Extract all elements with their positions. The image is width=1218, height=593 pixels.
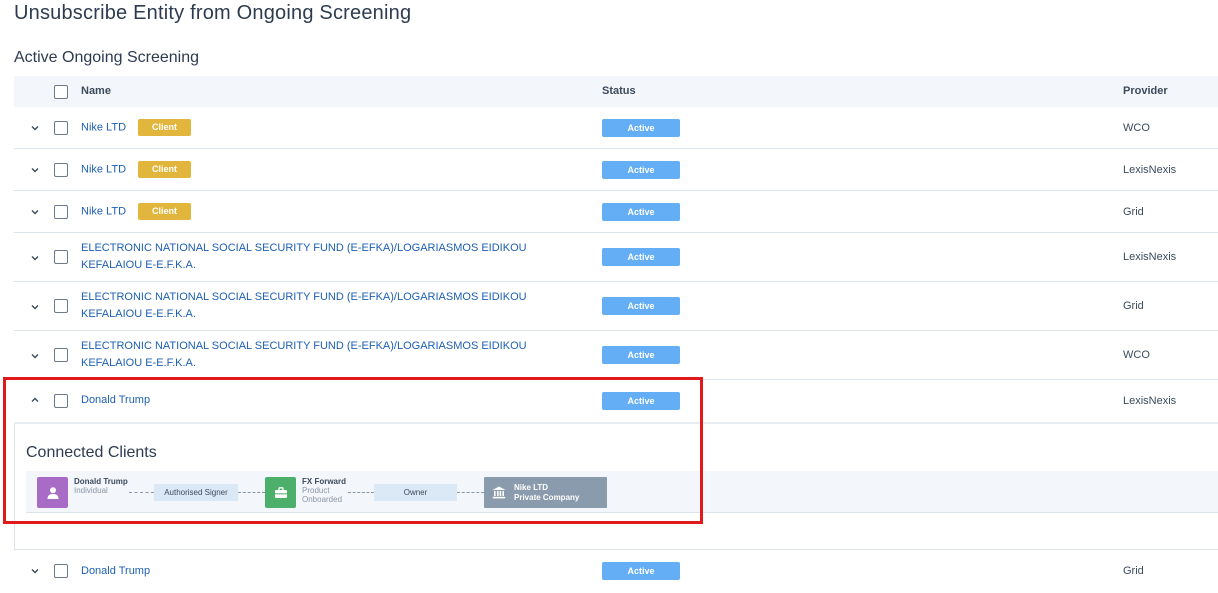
edge-label-authorised-signer: Authorised Signer	[154, 484, 238, 501]
client-badge: Client	[138, 119, 192, 136]
chevron-down-icon[interactable]	[30, 123, 40, 133]
entity-name[interactable]: ELECTRONIC NATIONAL SOCIAL SECURITY FUND…	[81, 289, 581, 323]
table-row[interactable]: ELECTRONIC NATIONAL SOCIAL SECURITY FUND…	[14, 282, 1218, 331]
relationship-graph: Donald Trump Individual Authorised Signe…	[26, 471, 1218, 513]
table-row[interactable]: Nike LTD Client Active WCO	[14, 107, 1218, 149]
person-node-text: Donald Trump Individual	[74, 477, 128, 495]
table-row[interactable]: ELECTRONIC NATIONAL SOCIAL SECURITY FUND…	[14, 331, 1218, 380]
client-badge: Client	[138, 203, 192, 220]
person-name: Donald Trump	[74, 477, 128, 486]
product-state: Onboarded	[302, 495, 343, 504]
row-detail-panel: Connected Clients Donald Trump Individua…	[14, 422, 1218, 550]
chevron-up-icon[interactable]	[30, 395, 40, 405]
chevron-down-icon[interactable]	[30, 207, 40, 217]
provider-name: Grid	[1123, 300, 1144, 312]
entity-name[interactable]: Nike LTD Client	[81, 161, 581, 178]
product-node-text: FX Forward Product Onboarded	[302, 477, 346, 504]
provider-name: Grid	[1123, 206, 1144, 218]
select-all-checkbox[interactable]	[54, 85, 68, 99]
column-header-name[interactable]: Name	[81, 85, 111, 97]
connected-clients-title: Connected Clients	[26, 444, 157, 461]
table-row[interactable]: Nike LTD Client Active LexisNexis	[14, 149, 1218, 191]
column-header-provider[interactable]: Provider	[1123, 85, 1168, 97]
edge-line	[348, 492, 374, 493]
entity-name[interactable]: Donald Trump	[81, 392, 581, 409]
provider-name: LexisNexis	[1123, 251, 1177, 263]
row-checkbox[interactable]	[54, 348, 68, 362]
table-row-expanded[interactable]: Donald Trump Active LexisNexis	[14, 380, 1218, 422]
status-badge: Active	[602, 392, 680, 410]
client-badge: Client	[138, 161, 192, 178]
row-checkbox[interactable]	[54, 163, 68, 177]
row-checkbox[interactable]	[54, 564, 68, 578]
provider-name: LexisNexis	[1123, 164, 1177, 176]
row-checkbox[interactable]	[54, 299, 68, 313]
chevron-down-icon[interactable]	[30, 351, 40, 361]
briefcase-icon[interactable]	[265, 477, 296, 508]
edge-line	[129, 492, 154, 493]
table-row[interactable]: Donald Trump Active Grid	[14, 550, 1218, 592]
status-badge: Active	[602, 562, 680, 580]
screening-table: Name Status Provider Nike LTD Client Acti…	[14, 76, 1218, 592]
provider-name: WCO	[1123, 122, 1150, 134]
company-type: Private Company	[514, 492, 580, 502]
row-checkbox[interactable]	[54, 394, 68, 408]
table-row[interactable]: ELECTRONIC NATIONAL SOCIAL SECURITY FUND…	[14, 233, 1218, 282]
column-header-status[interactable]: Status	[602, 85, 636, 97]
status-badge: Active	[602, 119, 680, 137]
row-checkbox[interactable]	[54, 205, 68, 219]
table-row[interactable]: Nike LTD Client Active Grid	[14, 191, 1218, 233]
status-badge: Active	[602, 161, 680, 179]
chevron-down-icon[interactable]	[30, 302, 40, 312]
company-node[interactable]: Nike LTD Private Company	[484, 477, 607, 508]
product-name: FX Forward	[302, 477, 347, 486]
chevron-down-icon[interactable]	[30, 253, 40, 263]
edge-line	[457, 492, 484, 493]
table-header: Name Status Provider	[14, 76, 1218, 107]
company-node-text: Nike LTD Private Company	[514, 483, 579, 503]
person-icon[interactable]	[37, 477, 68, 508]
status-badge: Active	[602, 203, 680, 221]
entity-name[interactable]: ELECTRONIC NATIONAL SOCIAL SECURITY FUND…	[81, 338, 581, 372]
chevron-down-icon[interactable]	[30, 165, 40, 175]
chevron-down-icon[interactable]	[30, 566, 40, 576]
page-title: Unsubscribe Entity from Ongoing Screenin…	[14, 2, 412, 24]
edge-label-owner: Owner	[374, 484, 457, 501]
section-title: Active Ongoing Screening	[14, 49, 199, 66]
provider-name: WCO	[1123, 349, 1150, 361]
status-badge: Active	[602, 346, 680, 364]
entity-name[interactable]: Donald Trump	[81, 563, 581, 580]
entity-name[interactable]: Nike LTD Client	[81, 119, 581, 136]
row-checkbox[interactable]	[54, 250, 68, 264]
provider-name: LexisNexis	[1123, 395, 1177, 407]
entity-name[interactable]: Nike LTD Client	[81, 203, 581, 220]
company-name: Nike LTD	[514, 482, 549, 492]
status-badge: Active	[602, 248, 680, 266]
entity-name[interactable]: ELECTRONIC NATIONAL SOCIAL SECURITY FUND…	[81, 240, 581, 274]
product-type: Product	[302, 486, 330, 495]
bank-icon	[484, 486, 514, 499]
provider-name: Grid	[1123, 565, 1144, 577]
edge-line	[238, 492, 265, 493]
status-badge: Active	[602, 297, 680, 315]
row-checkbox[interactable]	[54, 121, 68, 135]
person-type: Individual	[74, 486, 108, 495]
